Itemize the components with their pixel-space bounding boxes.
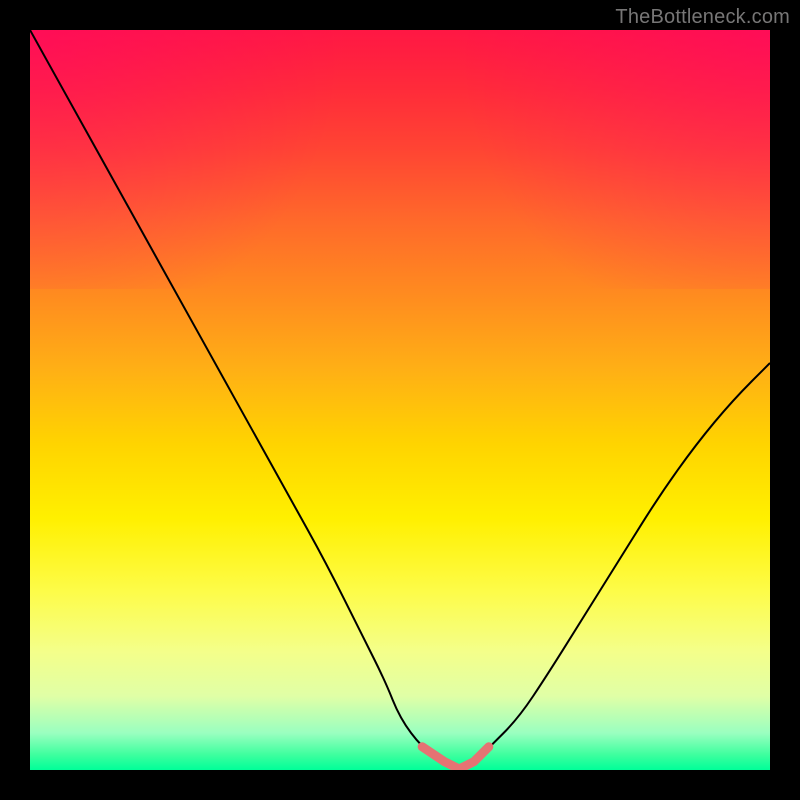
bottleneck-curve-svg xyxy=(30,30,770,770)
chart-frame: TheBottleneck.com xyxy=(0,0,800,800)
watermark-text: TheBottleneck.com xyxy=(615,6,790,29)
bottleneck-curve-path xyxy=(30,30,770,768)
plot-area xyxy=(30,30,770,770)
optimal-zone-path xyxy=(422,747,489,769)
